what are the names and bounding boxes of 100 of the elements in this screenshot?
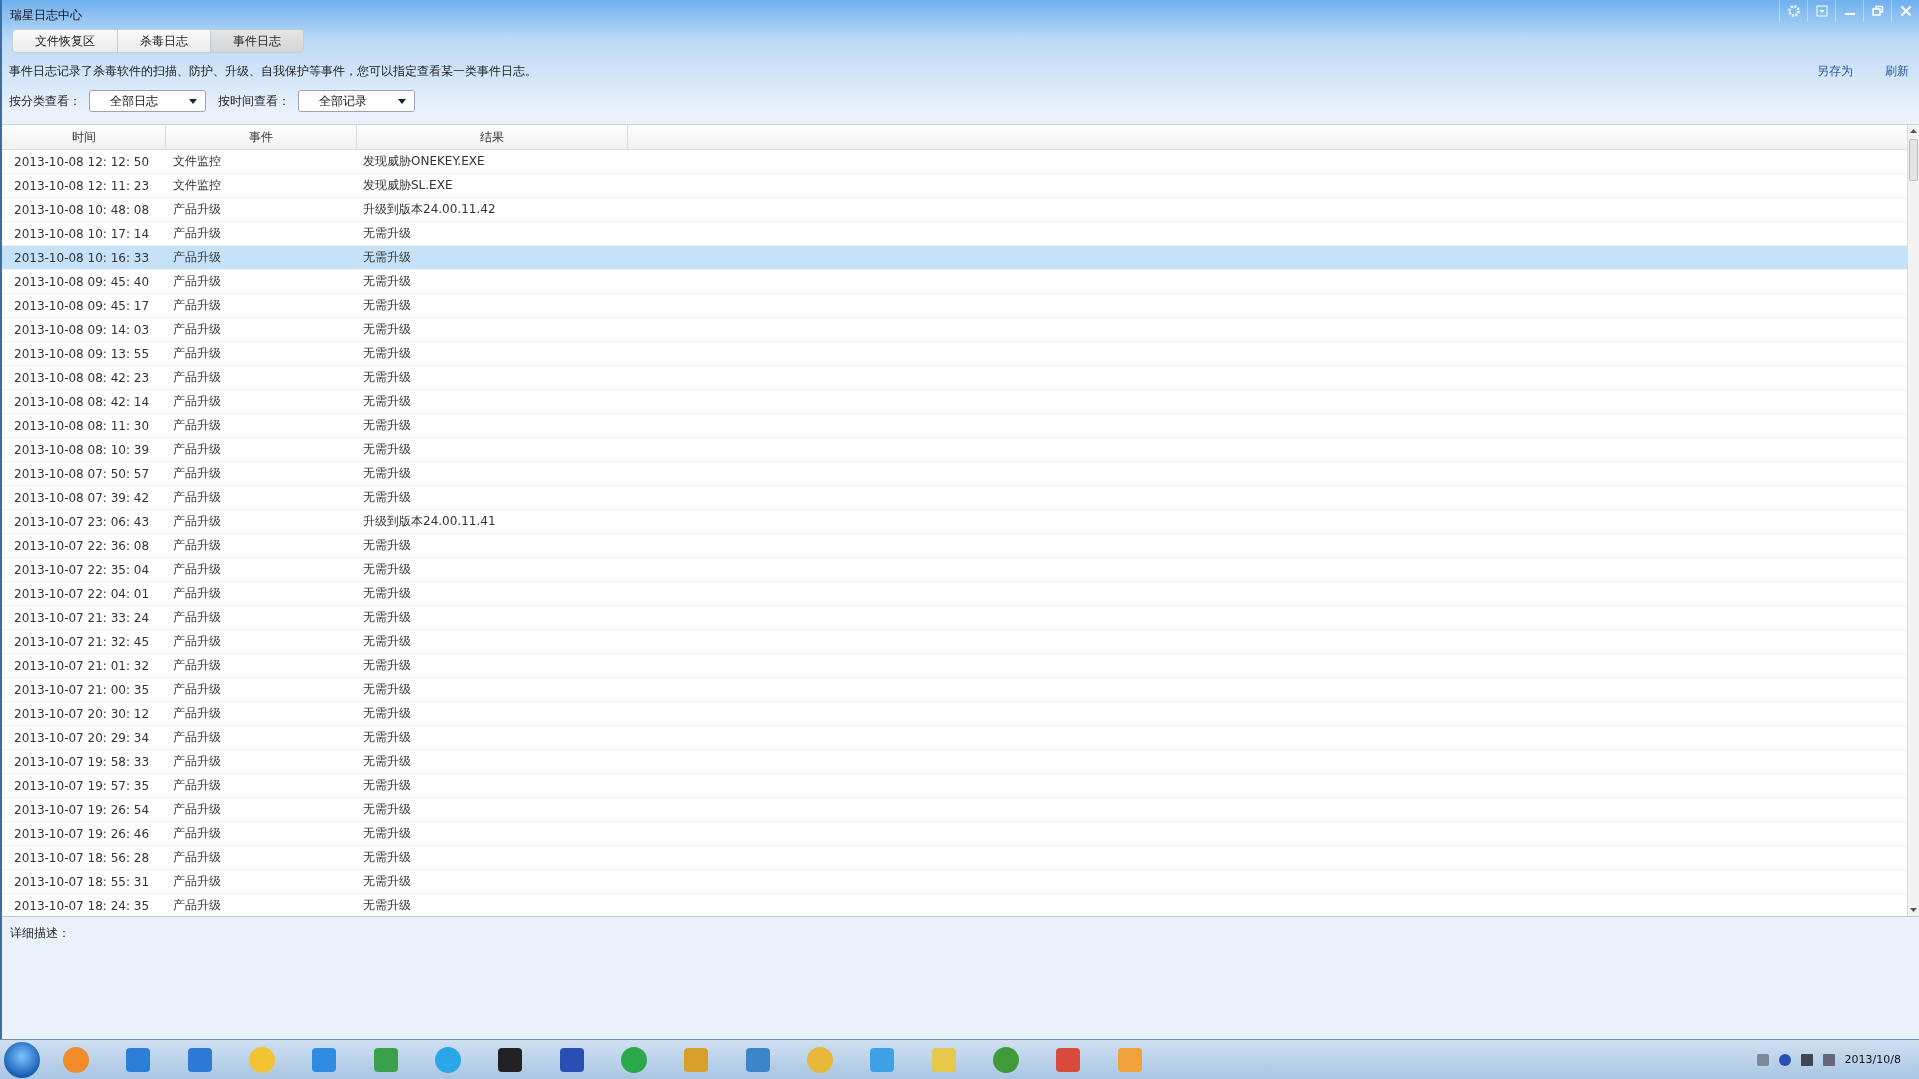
time-cell-text: 2013-10-07 22: 04: 01 bbox=[13, 586, 151, 601]
time-cell-text: 2013-10-08 08: 11: 30 bbox=[13, 418, 151, 433]
time-cell-text: 2013-10-07 20: 29: 34 bbox=[13, 730, 151, 745]
event-cell-text: 文件监控 bbox=[172, 177, 222, 194]
event-cell-text: 产品升级 bbox=[172, 537, 222, 554]
event-cell-text: 产品升级 bbox=[172, 273, 222, 290]
result-cell-text: 无需升级 bbox=[362, 825, 412, 842]
caret-icon bbox=[398, 98, 406, 104]
column-header[interactable]: 时间 bbox=[2, 125, 166, 149]
time-cell-text: 2013-10-08 07: 50: 57 bbox=[13, 466, 151, 481]
time-cell-text: 2013-10-08 10: 48: 08 bbox=[13, 202, 151, 217]
time-cell-text: 2013-10-08 10: 16: 33 bbox=[13, 250, 151, 265]
time-cell-text: 2013-10-08 09: 14: 03 bbox=[13, 322, 151, 337]
clock-date: 2013/10/8 bbox=[1844, 1053, 1901, 1066]
time-cell-text: 2013-10-07 18: 56: 28 bbox=[13, 850, 151, 865]
result-cell-text: 无需升级 bbox=[362, 897, 412, 914]
event-cell-text: 产品升级 bbox=[172, 729, 222, 746]
event-cell-text: 产品升级 bbox=[172, 345, 222, 362]
time-cell-text: 2013-10-07 19: 57: 35 bbox=[13, 778, 151, 793]
result-cell-text: 无需升级 bbox=[362, 249, 412, 266]
scroll-thumb[interactable] bbox=[1909, 139, 1918, 181]
result-cell-text: 无需升级 bbox=[362, 489, 412, 506]
time-cell-text: 2013-10-08 08: 10: 39 bbox=[13, 442, 151, 457]
time-cell-text: 2013-10-07 21: 33: 24 bbox=[13, 610, 151, 625]
event-cell-text: 产品升级 bbox=[172, 681, 222, 698]
filter-dropdown[interactable]: 全部记录 bbox=[298, 90, 415, 112]
result-cell-text: 无需升级 bbox=[362, 873, 412, 890]
result-cell-text: 无需升级 bbox=[362, 441, 412, 458]
result-cell-text: 无需升级 bbox=[362, 393, 412, 410]
event-cell-text: 文件监控 bbox=[172, 153, 222, 170]
result-cell-text: 无需升级 bbox=[362, 417, 412, 434]
event-cell-text: 产品升级 bbox=[172, 777, 222, 794]
time-cell-text: 2013-10-07 22: 36: 08 bbox=[13, 538, 151, 553]
result-cell-text: 发现威胁SL.EXE bbox=[362, 177, 454, 194]
time-cell-text: 2013-10-07 19: 26: 54 bbox=[13, 802, 151, 817]
tab[interactable]: 文件恢复区 bbox=[12, 29, 118, 53]
event-cell-text: 产品升级 bbox=[172, 825, 222, 842]
time-cell-text: 2013-10-07 22: 35: 04 bbox=[13, 562, 151, 577]
time-cell-text: 2013-10-07 19: 58: 33 bbox=[13, 754, 151, 769]
event-cell-text: 产品升级 bbox=[172, 657, 222, 674]
event-cell-text: 产品升级 bbox=[172, 585, 222, 602]
tab[interactable]: 事件日志 bbox=[210, 29, 304, 53]
time-cell-text: 2013-10-08 08: 42: 23 bbox=[13, 370, 151, 385]
tab[interactable]: 杀毒日志 bbox=[117, 29, 211, 53]
time-cell-text: 2013-10-07 23: 06: 43 bbox=[13, 514, 151, 529]
event-cell-text: 产品升级 bbox=[172, 873, 222, 890]
details-label: 详细描述： bbox=[10, 926, 70, 940]
result-cell-text: 无需升级 bbox=[362, 297, 412, 314]
event-cell-text: 产品升级 bbox=[172, 393, 222, 410]
time-cell-text: 2013-10-07 19: 26: 46 bbox=[13, 826, 151, 841]
event-cell-text: 产品升级 bbox=[172, 249, 222, 266]
scroll-up-icon[interactable] bbox=[1910, 129, 1917, 133]
event-cell-text: 产品升级 bbox=[172, 753, 222, 770]
result-cell-text: 无需升级 bbox=[362, 609, 412, 626]
event-cell-text: 产品升级 bbox=[172, 609, 222, 626]
time-cell-text: 2013-10-08 09: 45: 17 bbox=[13, 298, 151, 313]
result-cell-text: 发现威胁ONEKEY.EXE bbox=[362, 153, 486, 170]
time-cell-text: 2013-10-07 18: 24: 35 bbox=[13, 898, 151, 913]
time-cell-text: 2013-10-07 18: 55: 31 bbox=[13, 874, 151, 889]
event-cell-text: 产品升级 bbox=[172, 897, 222, 914]
time-cell-text: 2013-10-07 21: 00: 35 bbox=[13, 682, 151, 697]
column-header[interactable]: 事件 bbox=[166, 125, 357, 149]
start-button[interactable] bbox=[4, 1041, 40, 1078]
result-cell-text: 无需升级 bbox=[362, 633, 412, 650]
event-cell-text: 产品升级 bbox=[172, 561, 222, 578]
time-cell-text: 2013-10-08 12: 11: 23 bbox=[13, 178, 151, 193]
time-cell-text: 2013-10-08 08: 42: 14 bbox=[13, 394, 151, 409]
event-cell-text: 产品升级 bbox=[172, 633, 222, 650]
event-cell-text: 产品升级 bbox=[172, 465, 222, 482]
result-cell-text: 无需升级 bbox=[362, 273, 412, 290]
result-cell-text: 无需升级 bbox=[362, 465, 412, 482]
time-cell-text: 2013-10-07 21: 32: 45 bbox=[13, 634, 151, 649]
result-cell-text: 无需升级 bbox=[362, 681, 412, 698]
table-row[interactable]: 2013-10-08 10: 16: 33 产品升级 无需升级 bbox=[2, 246, 1907, 270]
event-cell-text: 产品升级 bbox=[172, 417, 222, 434]
caret-icon bbox=[189, 98, 197, 104]
result-cell-text: 升级到版本24.00.11.41 bbox=[362, 513, 497, 530]
filter-dropdown[interactable]: 全部日志 bbox=[89, 90, 206, 112]
result-cell-text: 升级到版本24.00.11.42 bbox=[362, 201, 497, 218]
result-cell-text: 无需升级 bbox=[362, 849, 412, 866]
description-text: 事件日志记录了杀毒软件的扫描、防护、升级、自我保护等事件，您可以指定查看某一类事件日志。 bbox=[9, 63, 537, 80]
event-cell-text: 产品升级 bbox=[172, 849, 222, 866]
window-title: 瑞星日志中心 bbox=[9, 7, 82, 24]
event-cell-text: 产品升级 bbox=[172, 321, 222, 338]
event-cell-text: 产品升级 bbox=[172, 297, 222, 314]
column-header[interactable]: 结果 bbox=[357, 125, 628, 149]
event-cell-text: 产品升级 bbox=[172, 705, 222, 722]
time-cell-text: 2013-10-08 12: 12: 50 bbox=[13, 154, 151, 169]
scroll-down-icon[interactable] bbox=[1910, 908, 1917, 912]
action-link[interactable]: 刷新 bbox=[1885, 63, 1909, 80]
time-cell-text: 2013-10-08 10: 17: 14 bbox=[13, 226, 151, 241]
filter-label: 按分类查看： bbox=[9, 92, 81, 110]
result-cell-text: 无需升级 bbox=[362, 345, 412, 362]
time-cell-text: 2013-10-08 07: 39: 42 bbox=[13, 490, 151, 505]
event-cell-text: 产品升级 bbox=[172, 801, 222, 818]
action-link[interactable]: 另存为 bbox=[1817, 63, 1853, 80]
scrollbar[interactable] bbox=[1907, 125, 1919, 916]
event-cell-text: 产品升级 bbox=[172, 513, 222, 530]
result-cell-text: 无需升级 bbox=[362, 801, 412, 818]
result-cell-text: 无需升级 bbox=[362, 657, 412, 674]
